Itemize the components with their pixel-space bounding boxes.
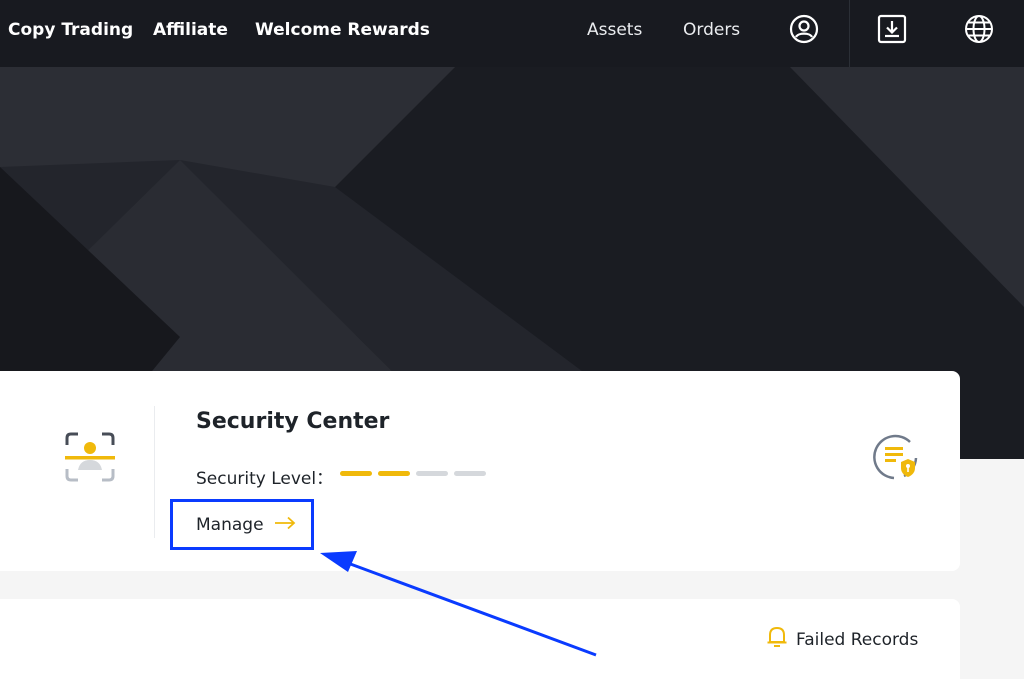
nav-assets[interactable]: Assets: [587, 0, 642, 60]
failed-records-label: Failed Records: [796, 629, 919, 650]
download-icon[interactable]: [875, 12, 909, 46]
top-navigation: Copy Trading Affiliate Welcome Rewards A…: [0, 0, 1024, 67]
card-divider: [154, 406, 155, 538]
arrow-right-icon: [274, 515, 296, 535]
security-document-icon: [870, 432, 922, 484]
face-verification-icon: [64, 431, 116, 483]
security-level-bar: [340, 471, 372, 476]
nav-affiliate[interactable]: Affiliate: [153, 0, 228, 60]
nav-orders[interactable]: Orders: [683, 0, 740, 60]
bell-icon: [766, 625, 788, 654]
records-card: Failed Records: [0, 599, 960, 679]
nav-divider: [849, 0, 850, 67]
user-circle-icon[interactable]: [787, 12, 821, 46]
failed-records-link[interactable]: Failed Records: [766, 625, 918, 654]
nav-welcome-rewards[interactable]: Welcome Rewards: [255, 0, 430, 60]
security-level-bar: [454, 471, 486, 476]
security-level-bar: [416, 471, 448, 476]
manage-label: Manage: [196, 515, 264, 535]
security-level-bar: [378, 471, 410, 476]
manage-link[interactable]: Manage: [196, 512, 296, 538]
security-level-label: Security Level：: [196, 469, 334, 489]
globe-icon[interactable]: [962, 12, 996, 46]
security-level-indicator: [340, 471, 486, 476]
security-center-title: Security Center: [196, 409, 390, 434]
security-center-card: Security Center Security Level： Manage: [0, 371, 960, 571]
nav-copy-trading[interactable]: Copy Trading: [8, 0, 133, 60]
